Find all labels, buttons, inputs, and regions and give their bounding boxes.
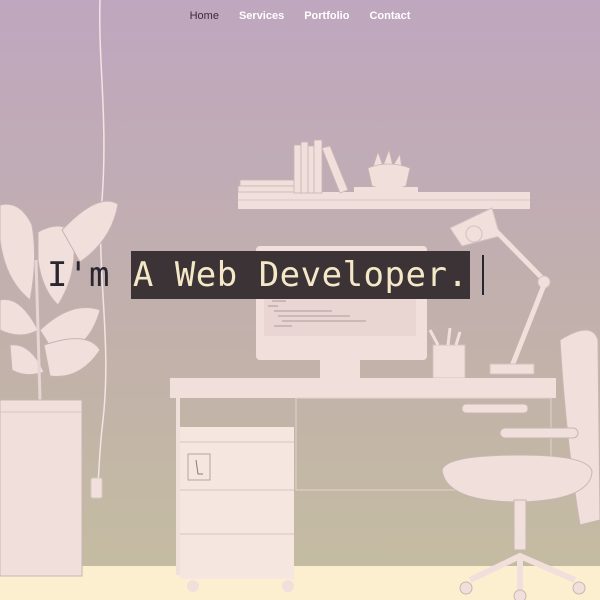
floor — [0, 566, 600, 600]
main-nav: Home Services Portfolio Contact — [0, 9, 600, 23]
typing-cursor — [482, 255, 485, 295]
nav-contact[interactable]: Contact — [359, 9, 420, 23]
nav-portfolio[interactable]: Portfolio — [294, 9, 359, 23]
headline-static-text: I'm — [47, 255, 131, 295]
nav-home[interactable]: Home — [180, 9, 229, 23]
stacked-books — [239, 179, 296, 187]
hero-headline: I'm A Web Developer. — [47, 251, 485, 299]
nav-services[interactable]: Services — [229, 9, 294, 23]
desk-top — [170, 378, 556, 398]
monitor-neck — [320, 360, 360, 380]
office-illustration — [0, 0, 600, 600]
headline-typed-text: A Web Developer. — [130, 251, 471, 299]
pencil-holder — [432, 344, 466, 379]
wall-socket — [90, 477, 103, 499]
hero-section: Home Services Portfolio Contact I'm A We… — [0, 0, 600, 600]
standing-books — [293, 144, 302, 194]
drawer-cabinet — [180, 427, 294, 592]
